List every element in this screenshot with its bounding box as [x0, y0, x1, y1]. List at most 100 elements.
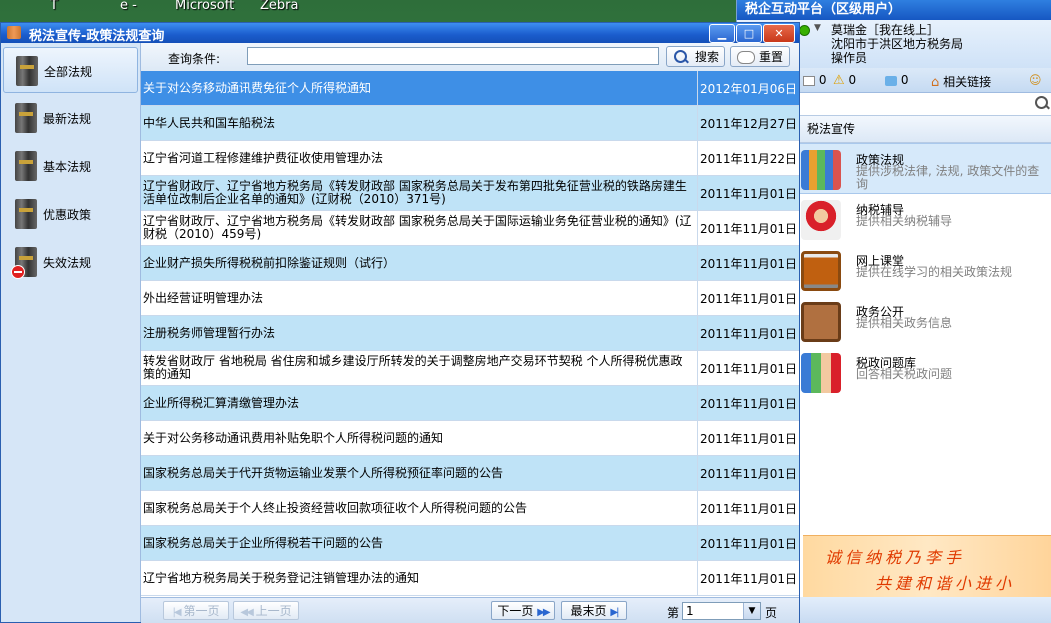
sidebar-item-preferential[interactable]: 优惠政策: [3, 191, 138, 237]
regulation-title[interactable]: 中华人民共和国车船税法: [143, 106, 693, 140]
publish-date: 2011年11月01日: [697, 561, 799, 595]
window-title: 税法宣传-政策法规查询: [29, 29, 165, 44]
table-row[interactable]: 中华人民共和国车船税法 2011年12月27日: [141, 106, 799, 141]
minimize-button[interactable]: ▁: [709, 24, 735, 43]
table-row[interactable]: 关于对公务移动通讯费免征个人所得税通知 2012年01月06日: [141, 71, 799, 106]
regulation-title[interactable]: 关于对公务移动通讯费免征个人所得税通知: [143, 71, 693, 105]
next-page-button[interactable]: 下一页 ▶▶: [491, 601, 555, 620]
publish-date: 2011年11月01日: [697, 386, 799, 420]
search-icon: [674, 50, 687, 63]
category-sidebar: 全部法规 最新法规 基本法规 优惠政策 失效法规: [1, 43, 141, 622]
publish-date: 2011年11月01日: [697, 351, 799, 385]
page-select[interactable]: 1 ▼: [682, 602, 761, 620]
regulation-title[interactable]: 辽宁省财政厅、辽宁省地方税务局《转发财政部 国家税务总局关于国际运输业务免征营业…: [143, 211, 693, 245]
sidebar-item-basic[interactable]: 基本法规: [3, 143, 138, 189]
page-prefix: 第: [667, 606, 680, 620]
maximize-button[interactable]: □: [736, 24, 762, 43]
publish-date: 2011年11月01日: [697, 421, 799, 455]
table-row[interactable]: 企业所得税汇算清缴管理办法 2011年11月01日: [141, 386, 799, 421]
policy-query-window: 税法宣传-政策法规查询 ▁ □ ✕ 全部法规 最新法规 基本法规 优惠政策 失效…: [0, 22, 800, 623]
last-page-button[interactable]: 最末页 ▶|: [561, 601, 627, 620]
book-icon: [15, 151, 37, 181]
no-entry-icon: [11, 265, 25, 279]
mail-icon: [803, 75, 815, 86]
regulation-title[interactable]: 注册税务师管理暂行办法: [143, 316, 693, 350]
close-button[interactable]: ✕: [763, 24, 795, 43]
regulation-title[interactable]: 辽宁省河道工程修建维护费征收使用管理办法: [143, 141, 693, 175]
panel-title: 税企互动平台（区级用户）: [737, 0, 1051, 20]
mail-count[interactable]: 0: [803, 73, 826, 87]
regulation-title[interactable]: 国家税务总局关于个人终止投资经营收回款项征收个人所得税问题的公告: [143, 491, 693, 525]
user-role: 操作员: [831, 51, 868, 65]
alert-count[interactable]: ⚠ 0: [833, 73, 856, 88]
regulation-title[interactable]: 辽宁省财政厅、辽宁省地方税务局《转发财政部 国家税务总局关于发布第四批免征营业税…: [143, 176, 693, 210]
regulation-title[interactable]: 辽宁省地方税务局关于税务登记注销管理办法的通知: [143, 561, 693, 595]
book-icon: [15, 199, 37, 229]
window-titlebar[interactable]: 税法宣传-政策法规查询 ▁ □ ✕: [1, 23, 799, 44]
slogan-line-1: 诚信纳税乃李手: [825, 548, 966, 567]
publish-date: 2011年11月01日: [697, 246, 799, 280]
prev-page-button[interactable]: ◀◀ 上一页: [233, 601, 299, 620]
first-page-button[interactable]: |◀ 第一页: [163, 601, 229, 620]
search-button[interactable]: 搜索: [666, 46, 725, 67]
table-row[interactable]: 辽宁省地方税务局关于税务登记注销管理办法的通知 2011年11月01日: [141, 561, 799, 596]
search-icon[interactable]: [1035, 96, 1048, 109]
table-row[interactable]: 企业财产损失所得税税前扣除鉴证规则（试行） 2011年11月01日: [141, 246, 799, 281]
regulation-list: 关于对公务移动通讯费免征个人所得税通知 2012年01月06日 中华人民共和国车船税…: [141, 71, 799, 596]
table-row[interactable]: 关于对公务移动通讯费用补贴免职个人所得税问题的通知 2011年11月01日: [141, 421, 799, 456]
user-name[interactable]: 莫瑞金［我在线上］: [831, 23, 939, 37]
publish-date: 2011年11月01日: [697, 491, 799, 525]
reset-button[interactable]: 重置: [730, 46, 790, 67]
table-row[interactable]: 国家税务总局关于代开货物运输业发票个人所得税预征率问题的公告 2011年11月01…: [141, 456, 799, 491]
sidebar-item-all[interactable]: 全部法规: [3, 47, 138, 93]
query-label: 查询条件:: [168, 52, 221, 66]
user-icon[interactable]: ☺: [1029, 73, 1042, 87]
sidebar-item-expired[interactable]: 失效法规: [3, 239, 138, 285]
slogan-banner: 诚信纳税乃李手 共建和谐小进小: [803, 535, 1051, 598]
query-input[interactable]: [247, 47, 659, 65]
related-links[interactable]: ⌂ 相关链接: [931, 73, 991, 90]
chevron-down-icon[interactable]: ▼: [814, 23, 821, 33]
chevron-down-icon[interactable]: ▼: [743, 603, 760, 619]
table-row[interactable]: 国家税务总局关于个人终止投资经营收回款项征收个人所得税问题的公告 2011年11月…: [141, 491, 799, 526]
publish-date: 2011年11月01日: [697, 281, 799, 315]
regulation-title[interactable]: 转发省财政厅 省地税局 省住房和城乡建设厅所转发的关于调整房地产交易环节契税 个…: [143, 351, 693, 385]
table-row[interactable]: 注册税务师管理暂行办法 2011年11月01日: [141, 316, 799, 351]
table-row[interactable]: 外出经营证明管理办法 2011年11月01日: [141, 281, 799, 316]
table-row[interactable]: 国家税务总局关于企业所得税若干问题的公告 2011年11月01日: [141, 526, 799, 561]
regulation-title[interactable]: 国家税务总局关于企业所得税若干问题的公告: [143, 526, 693, 560]
table-row[interactable]: 转发省财政厅 省地税局 省住房和城乡建设厅所转发的关于调整房地产交易环节契税 个…: [141, 351, 799, 386]
table-row[interactable]: 辽宁省河道工程修建维护费征收使用管理办法 2011年11月22日: [141, 141, 799, 176]
tv-icon: [801, 251, 841, 291]
regulation-title[interactable]: 企业所得税汇算清缴管理办法: [143, 386, 693, 420]
publish-date: 2012年01月06日: [697, 71, 799, 105]
publish-date: 2011年11月01日: [697, 211, 799, 245]
question-bank-icon: [801, 353, 841, 393]
regulation-title[interactable]: 企业财产损失所得税税前扣除鉴证规则（试行）: [143, 246, 693, 280]
prev-page-icon: ◀◀: [240, 607, 253, 618]
bulletin-board-icon: [801, 302, 841, 342]
advisor-icon: [801, 200, 841, 240]
slogan-line-2: 共建和谐小进小: [875, 574, 1016, 593]
publish-date: 2011年11月22日: [697, 141, 799, 175]
desktop-icon-label[interactable]: Zebra: [260, 0, 298, 13]
book-icon: [15, 103, 37, 133]
table-row[interactable]: 辽宁省财政厅、辽宁省地方税务局《转发财政部 国家税务总局关于发布第四批免征营业税…: [141, 176, 799, 211]
first-page-icon: |◀: [172, 607, 182, 618]
publish-date: 2011年11月01日: [697, 316, 799, 350]
regulation-title[interactable]: 外出经营证明管理办法: [143, 281, 693, 315]
table-row[interactable]: 辽宁省财政厅、辽宁省地方税务局《转发财政部 国家税务总局关于国际运输业务免征营业…: [141, 211, 799, 246]
desktop-icon-label[interactable]: Microsoft: [175, 0, 234, 13]
regulation-title[interactable]: 国家税务总局关于代开货物运输业发票个人所得税预征率问题的公告: [143, 456, 693, 490]
pagination-bar: |◀ 第一页 ◀◀ 上一页 下一页 ▶▶ 最末页 ▶| 第 1 ▼ 页: [141, 597, 799, 623]
book-icon: [16, 56, 38, 86]
sidebar-item-latest[interactable]: 最新法规: [3, 95, 138, 141]
desktop-icon-label[interactable]: e -: [120, 0, 137, 13]
message-icon: [885, 75, 897, 86]
query-toolbar: 查询条件: 搜索 重置: [141, 43, 799, 72]
online-status-icon: [799, 25, 810, 36]
regulation-title[interactable]: 关于对公务移动通讯费用补贴免职个人所得税问题的通知: [143, 421, 693, 455]
message-count[interactable]: 0: [885, 73, 908, 87]
desktop-icon-label[interactable]: T: [50, 0, 58, 13]
publish-date: 2011年11月01日: [697, 526, 799, 560]
